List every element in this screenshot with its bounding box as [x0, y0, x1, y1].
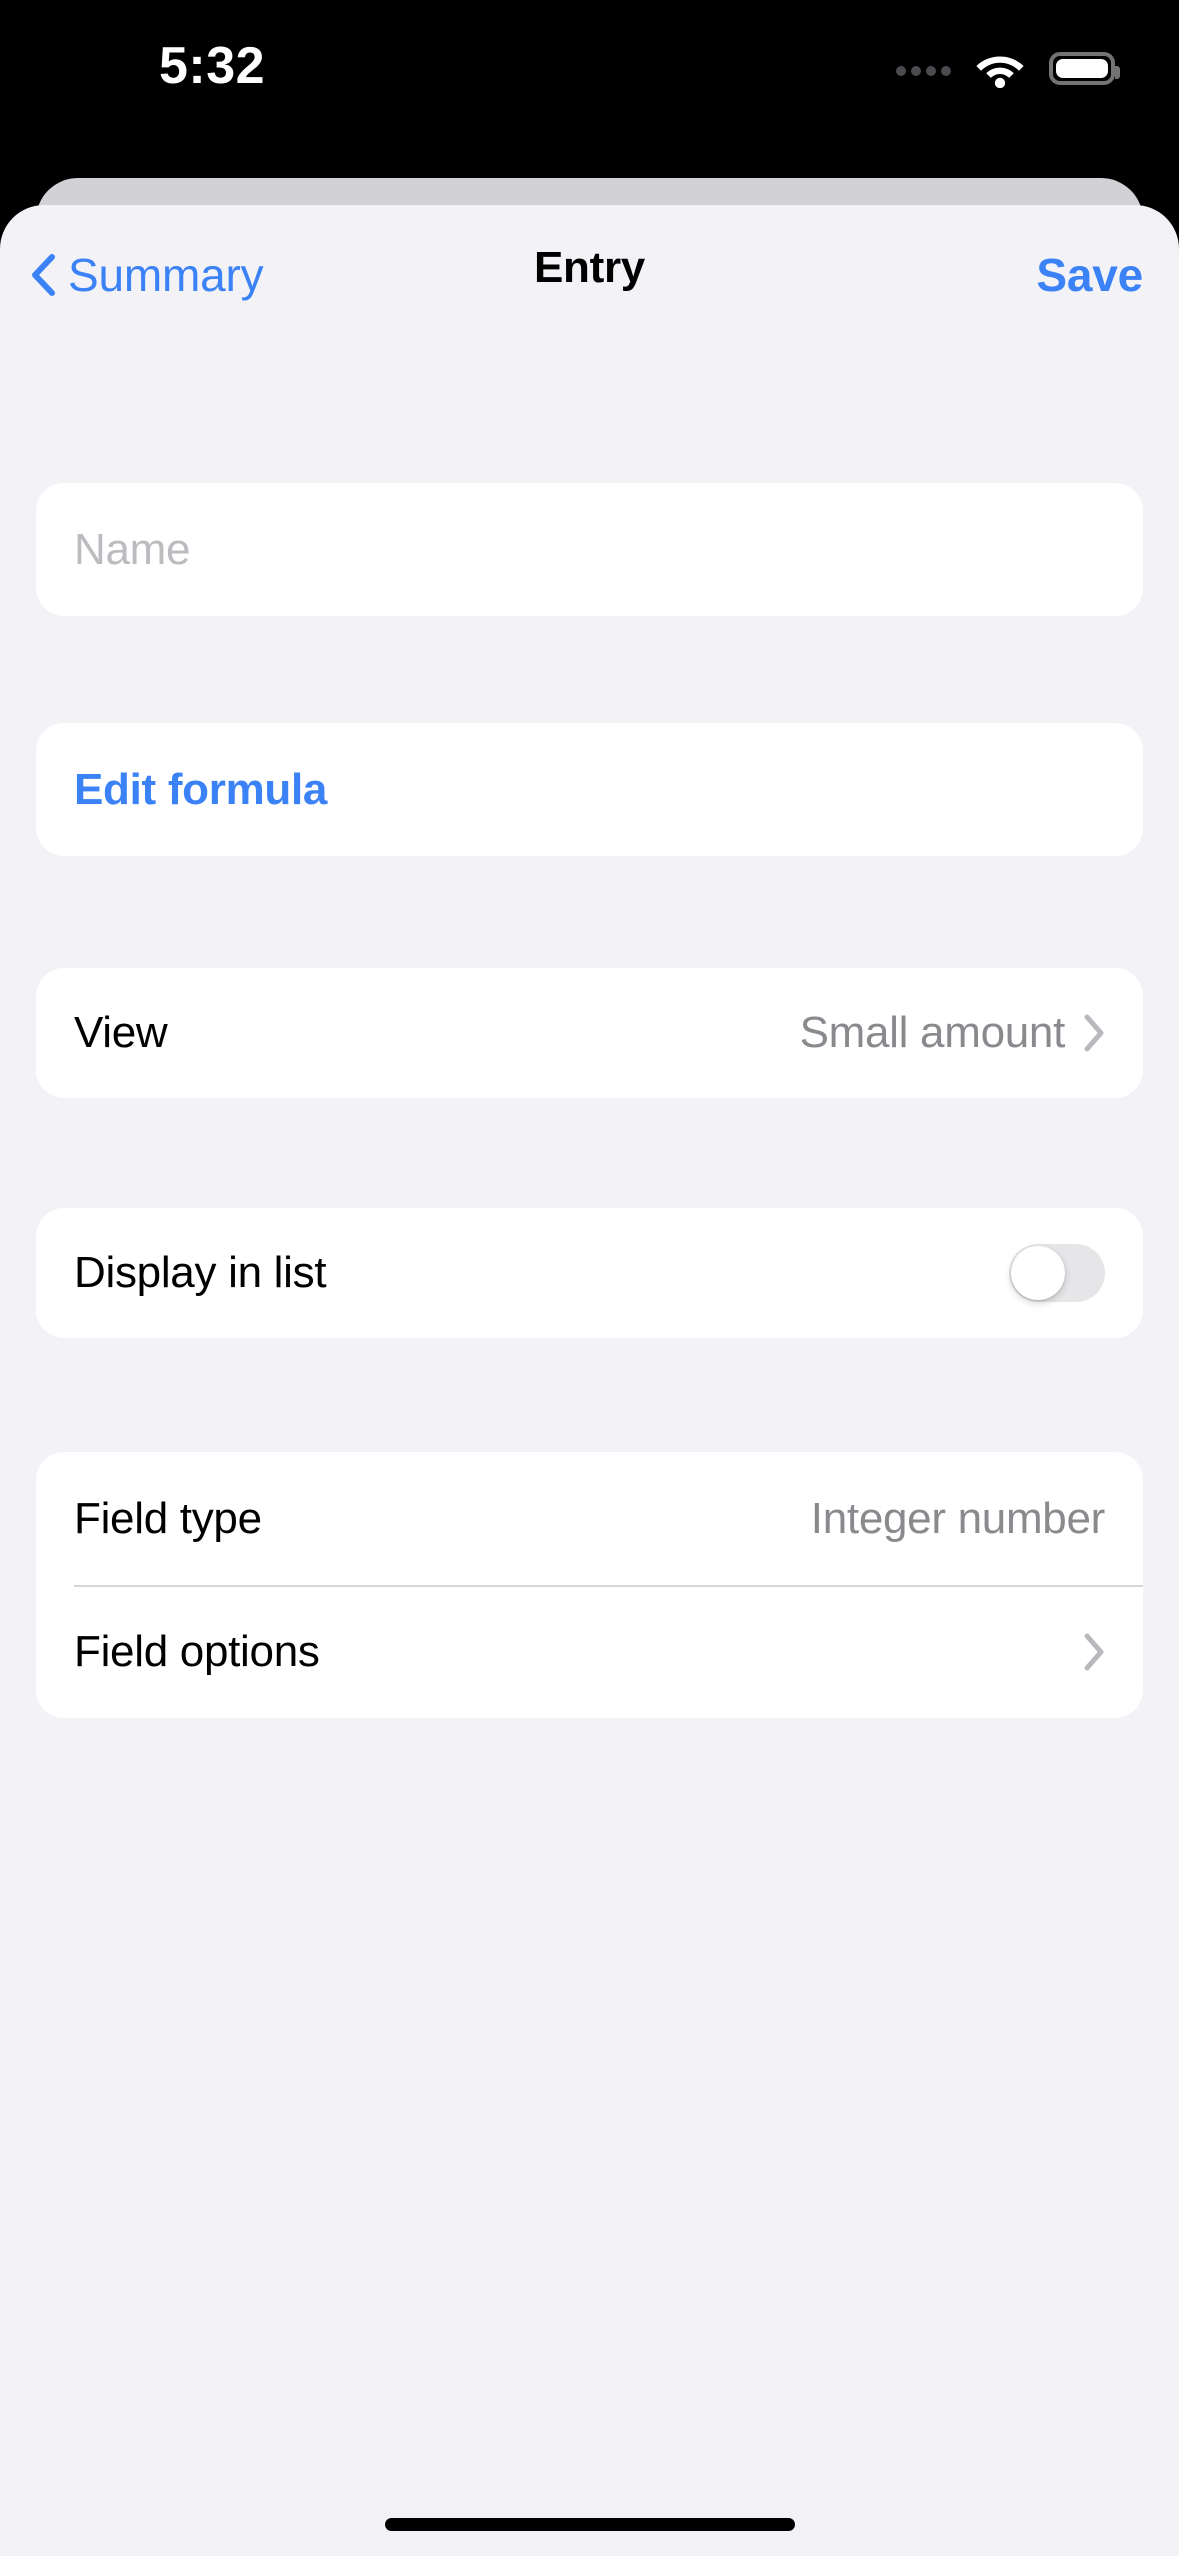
- cellular-dots-icon: [896, 60, 951, 76]
- display-in-list-card: Display in list: [36, 1208, 1143, 1338]
- save-button[interactable]: Save: [1036, 239, 1143, 311]
- chevron-right-icon: [1083, 1013, 1105, 1053]
- edit-formula-card: Edit formula: [36, 723, 1143, 856]
- name-input[interactable]: Name: [74, 525, 190, 575]
- status-bar-indicators: [896, 44, 1120, 92]
- name-field-card: Name: [36, 483, 1143, 616]
- status-bar-time: 5:32: [158, 37, 266, 95]
- chevron-right-icon: [1083, 1632, 1105, 1672]
- view-row[interactable]: View Small amount: [36, 968, 1143, 1098]
- edit-formula-label: Edit formula: [74, 764, 328, 814]
- field-options-label: Field options: [74, 1626, 320, 1676]
- home-indicator: [385, 2518, 795, 2531]
- view-card: View Small amount: [36, 968, 1143, 1098]
- display-in-list-label: Display in list: [74, 1248, 327, 1297]
- edit-formula-row[interactable]: Edit formula: [36, 723, 1143, 856]
- status-bar: 5:32: [0, 0, 1179, 178]
- view-value: Small amount: [799, 1008, 1066, 1057]
- navigation-bar: Summary Entry Save: [0, 205, 1179, 355]
- page-title: Entry: [534, 243, 645, 292]
- view-label: View: [74, 1008, 168, 1057]
- entry-sheet: Summary Entry Save Name Edit formula Vie…: [0, 205, 1179, 2556]
- display-in-list-toggle[interactable]: [1009, 1244, 1105, 1302]
- wifi-icon: [973, 48, 1027, 88]
- name-field-row[interactable]: Name: [36, 483, 1143, 616]
- field-type-row[interactable]: Field type Integer number: [36, 1452, 1143, 1585]
- toggle-knob: [1011, 1246, 1065, 1300]
- field-type-label: Field type: [74, 1493, 262, 1543]
- battery-full-icon: [1049, 51, 1120, 85]
- field-options-row[interactable]: Field options: [36, 1585, 1143, 1718]
- display-in-list-row: Display in list: [36, 1208, 1143, 1338]
- field-settings-card: Field type Integer number Field options: [36, 1452, 1143, 1718]
- field-type-value: Integer number: [810, 1493, 1106, 1543]
